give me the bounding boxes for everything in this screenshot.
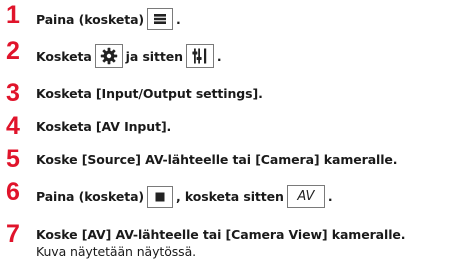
step-text-middle: , kosketa sitten (176, 189, 284, 204)
step-text-middle: ja sitten (125, 48, 183, 64)
step-text: Paina (kosketa) , kosketa sitten AV . (36, 185, 333, 208)
av-icon-label: AV (297, 189, 315, 204)
settings-sliders-icon[interactable] (185, 44, 214, 68)
gear-icon[interactable] (94, 44, 123, 68)
menu-icon[interactable] (147, 8, 174, 30)
step-subtext: Kuva näytetään näytössä. (36, 244, 197, 259)
step-number: 2 (6, 37, 20, 65)
step-text-before: Paina (kosketa) (36, 11, 145, 27)
step-text-after: . (327, 189, 333, 204)
step-number: 3 (6, 79, 20, 107)
step-text-after: . (176, 11, 181, 27)
step-text: Koske [Source] AV-lähteelle tai [Camera]… (36, 152, 398, 167)
step-number: 7 (6, 220, 20, 248)
square-stop-icon[interactable] (147, 185, 174, 208)
step-text-before: Paina (kosketa) (36, 189, 145, 204)
step-text: Kosketa ja sitten . (36, 44, 222, 68)
step-text: Kosketa [AV Input]. (36, 119, 172, 134)
av-icon[interactable]: AV (286, 185, 325, 208)
step-number: 5 (6, 145, 20, 173)
step-number: 4 (6, 112, 20, 140)
step-text-before: Kosketa (36, 48, 92, 64)
step-text: Koske [AV] AV-lähteelle tai [Camera View… (36, 227, 406, 242)
step-number: 6 (6, 178, 20, 206)
step-text: Paina (kosketa) . (36, 8, 181, 30)
step-text-after: . (216, 48, 222, 64)
step-text: Kosketa [Input/Output settings]. (36, 86, 263, 101)
step-number: 1 (6, 1, 20, 29)
